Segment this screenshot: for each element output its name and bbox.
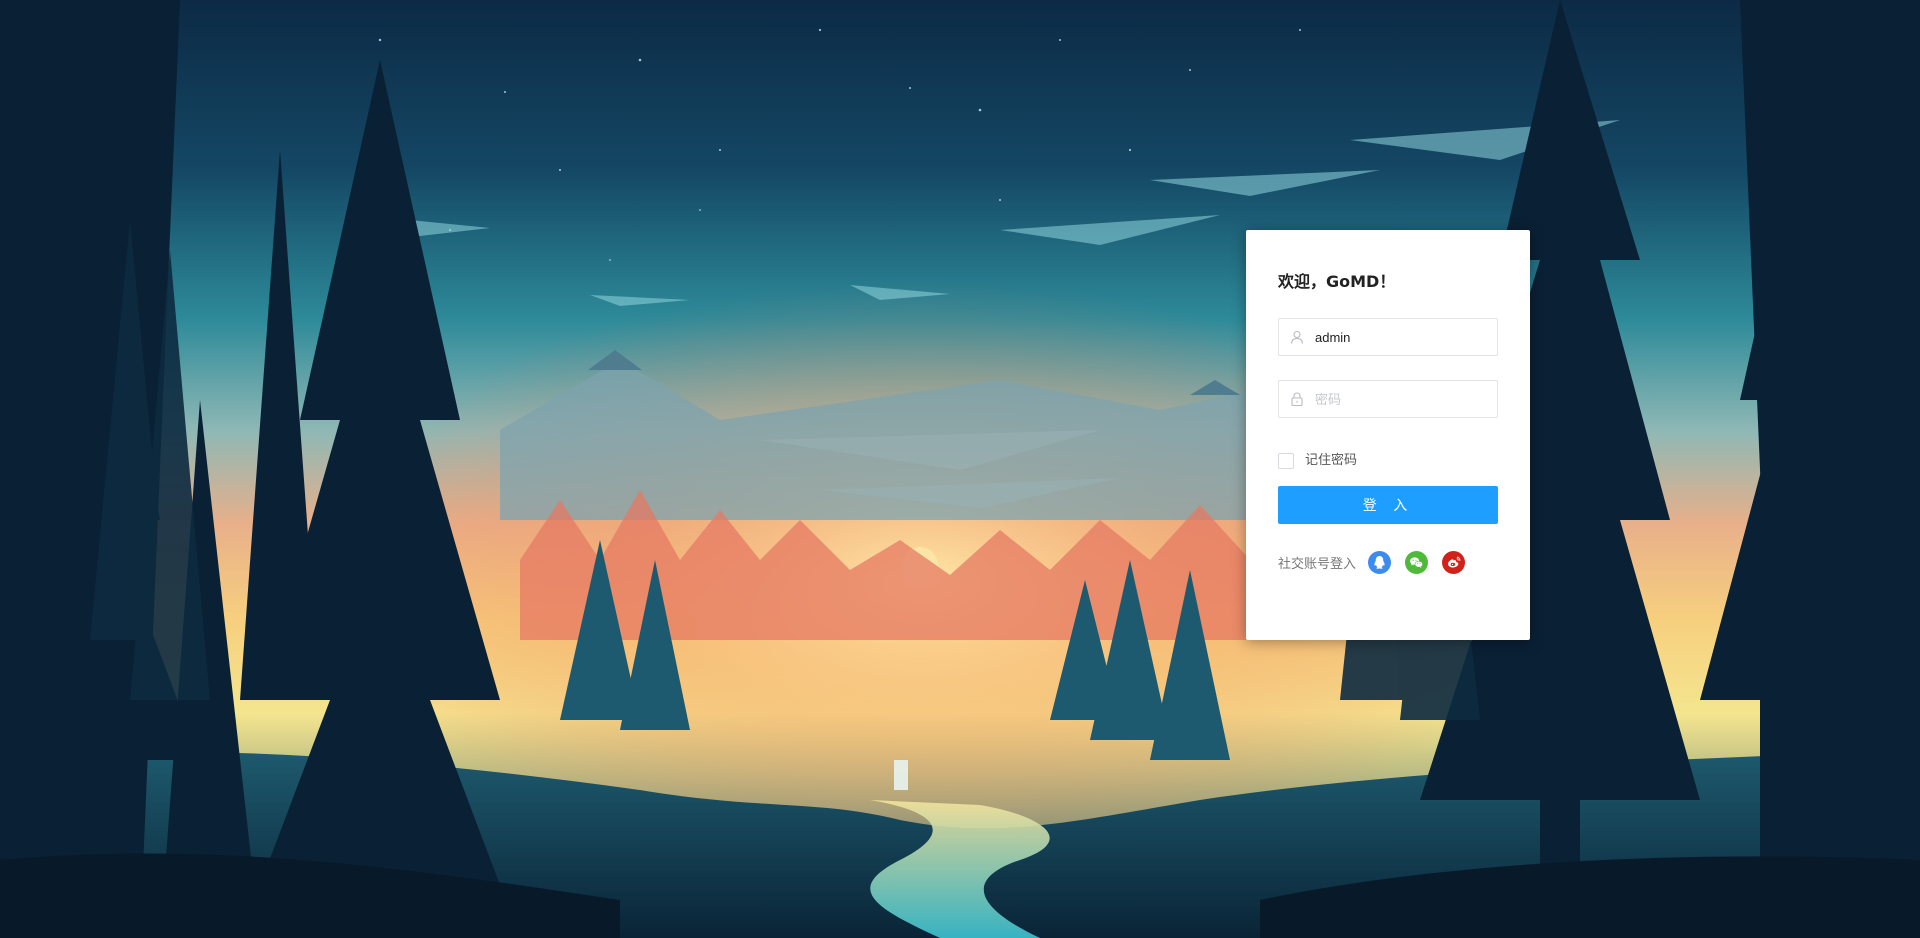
login-title: 欢迎，GoMD！ — [1278, 272, 1396, 291]
password-input[interactable] — [1315, 381, 1485, 417]
social-login-label: 社交账号登入 — [1278, 556, 1357, 572]
qq-icon[interactable] — [1368, 550, 1392, 574]
background-landscape — [0, 0, 1920, 938]
remember-row: 记住密码 — [1278, 452, 1498, 470]
login-card: 欢迎，GoMD！ 记住密码 登 入 社交账号登入 — [1246, 230, 1530, 640]
remember-checkbox[interactable] — [1278, 453, 1294, 469]
wechat-icon[interactable] — [1405, 550, 1429, 574]
login-button[interactable]: 登 入 — [1278, 486, 1498, 524]
weibo-icon[interactable] — [1442, 550, 1466, 574]
username-input[interactable] — [1315, 319, 1485, 355]
lock-icon — [1291, 392, 1303, 407]
remember-label[interactable]: 记住密码 — [1305, 452, 1357, 470]
login-page: 欢迎，GoMD！ 记住密码 登 入 社交账号登入 — [0, 0, 1920, 938]
username-field[interactable] — [1278, 318, 1498, 356]
password-field[interactable] — [1278, 380, 1498, 418]
social-login-row: 社交账号登入 — [1278, 550, 1498, 574]
user-icon — [1290, 330, 1304, 344]
